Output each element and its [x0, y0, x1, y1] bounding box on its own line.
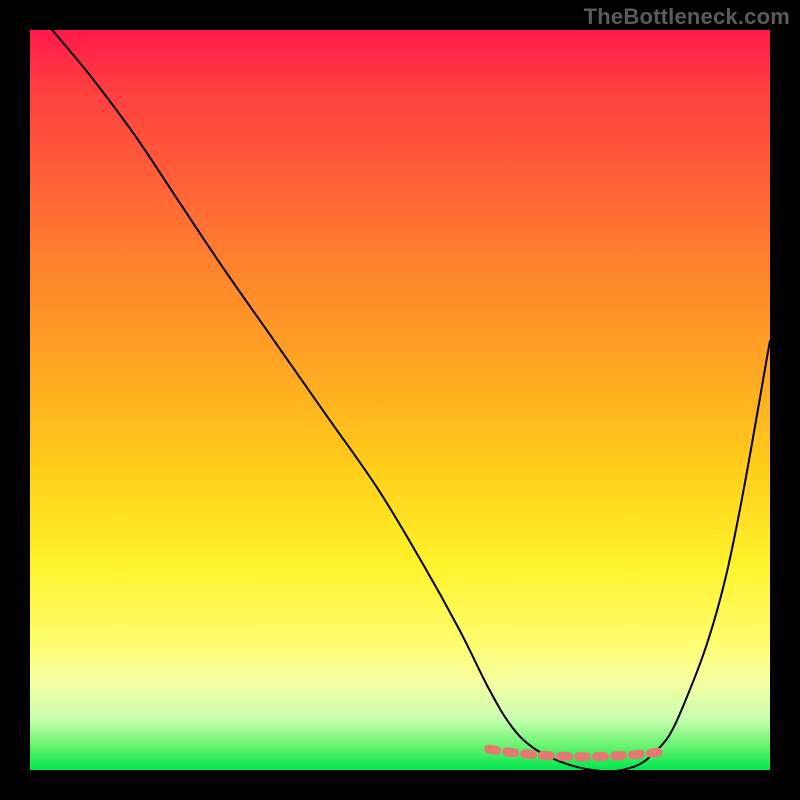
- chart-svg: [30, 30, 770, 770]
- plot-area: [30, 30, 770, 770]
- chart-frame: TheBottleneck.com: [0, 0, 800, 800]
- bottleneck-curve: [52, 30, 770, 772]
- watermark-text: TheBottleneck.com: [584, 4, 790, 30]
- minimum-marker: [489, 749, 667, 757]
